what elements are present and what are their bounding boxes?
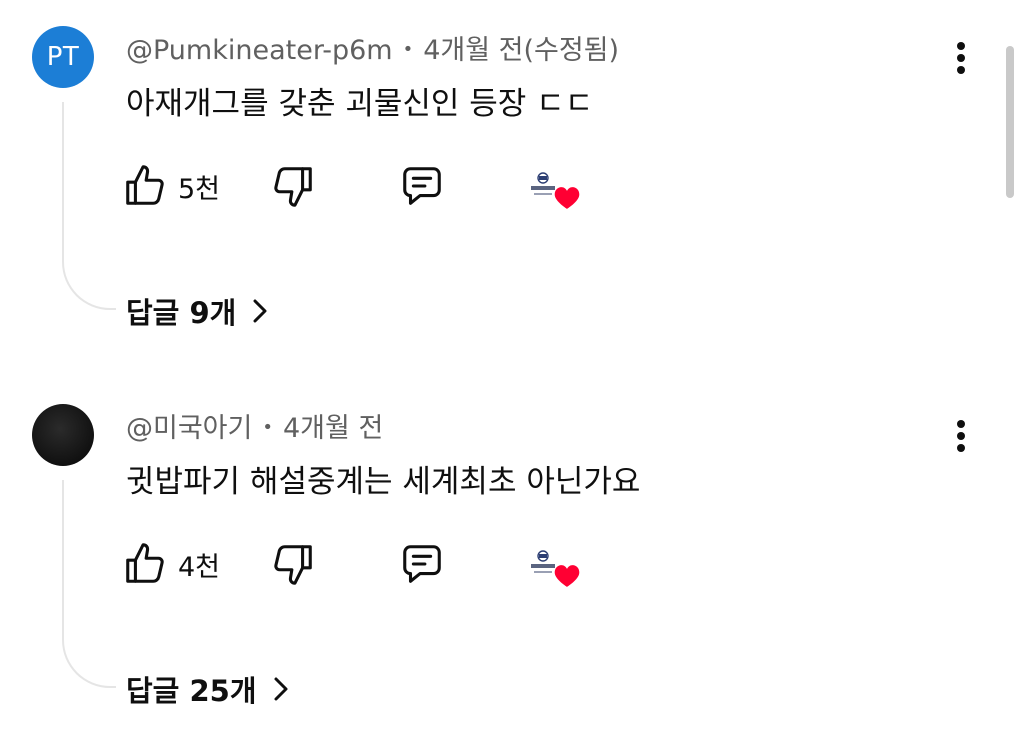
scrollbar[interactable] — [1006, 46, 1014, 198]
more-options-button[interactable] — [946, 38, 976, 78]
avatar[interactable]: PT — [32, 26, 94, 88]
comments-page: PT @Pumkineater-p6m • 4개월 전(수정됨) 아재개그를 갖춘 … — [0, 0, 1024, 738]
thumb-down-icon — [274, 167, 312, 207]
thumb-up-icon — [126, 543, 164, 583]
comment-meta: @미국아기 • 4개월 전 — [126, 406, 383, 445]
more-vertical-icon — [957, 420, 965, 452]
comment-meta: @Pumkineater-p6m • 4개월 전(수정됨) — [126, 28, 619, 67]
reply-button[interactable] — [398, 160, 446, 212]
author-name[interactable]: @Pumkineater-p6m — [126, 35, 393, 66]
comment-time: 4개월 전(수정됨) — [423, 35, 620, 66]
comment-icon — [403, 545, 441, 583]
thumb-down-icon — [274, 545, 312, 585]
comment-text: 귓밥파기 해설중계는 세계최초 아닌가요 — [126, 464, 641, 500]
chevron-right-icon — [252, 298, 268, 324]
view-replies-button[interactable]: 답글 9개 — [126, 290, 268, 332]
heart-icon — [554, 187, 580, 209]
like-button[interactable]: 5천 — [122, 160, 220, 212]
creator-heart-badge — [526, 160, 582, 212]
chevron-right-icon — [273, 676, 289, 702]
thread-connector — [62, 480, 116, 688]
like-button[interactable]: 4천 — [122, 538, 220, 590]
more-options-button[interactable] — [946, 416, 976, 456]
thread-connector — [62, 102, 116, 310]
creator-heart-badge — [526, 538, 582, 590]
reply-button[interactable] — [398, 538, 446, 590]
comment-icon — [403, 167, 441, 205]
comment-item: PT @Pumkineater-p6m • 4개월 전(수정됨) 아재개그를 갖춘 … — [0, 0, 1024, 360]
comment-text: 아재개그를 갖춘 괴물신인 등장 ㄷㄷ — [126, 86, 594, 122]
comment-actions: 4천 — [122, 538, 622, 590]
replies-label: 답글 25개 — [126, 674, 257, 708]
author-name[interactable]: @미국아기 — [126, 413, 252, 444]
view-replies-button[interactable]: 답글 25개 — [126, 668, 289, 710]
avatar-initials: PT — [46, 42, 80, 72]
more-vertical-icon — [957, 42, 965, 74]
like-count: 5천 — [178, 173, 221, 205]
thumb-up-icon — [126, 165, 164, 205]
like-count: 4천 — [178, 551, 221, 583]
replies-label: 답글 9개 — [126, 296, 237, 330]
comment-actions: 5천 — [122, 160, 622, 212]
heart-icon — [554, 565, 580, 587]
meta-separator: • — [402, 39, 414, 60]
avatar[interactable] — [32, 404, 94, 466]
comment-time: 4개월 전 — [283, 413, 384, 444]
dislike-button[interactable] — [270, 538, 316, 590]
comment-item: @미국아기 • 4개월 전 귓밥파기 해설중계는 세계최초 아닌가요 4천 답글… — [0, 378, 1024, 738]
meta-separator: • — [262, 417, 273, 438]
dislike-button[interactable] — [270, 160, 316, 212]
